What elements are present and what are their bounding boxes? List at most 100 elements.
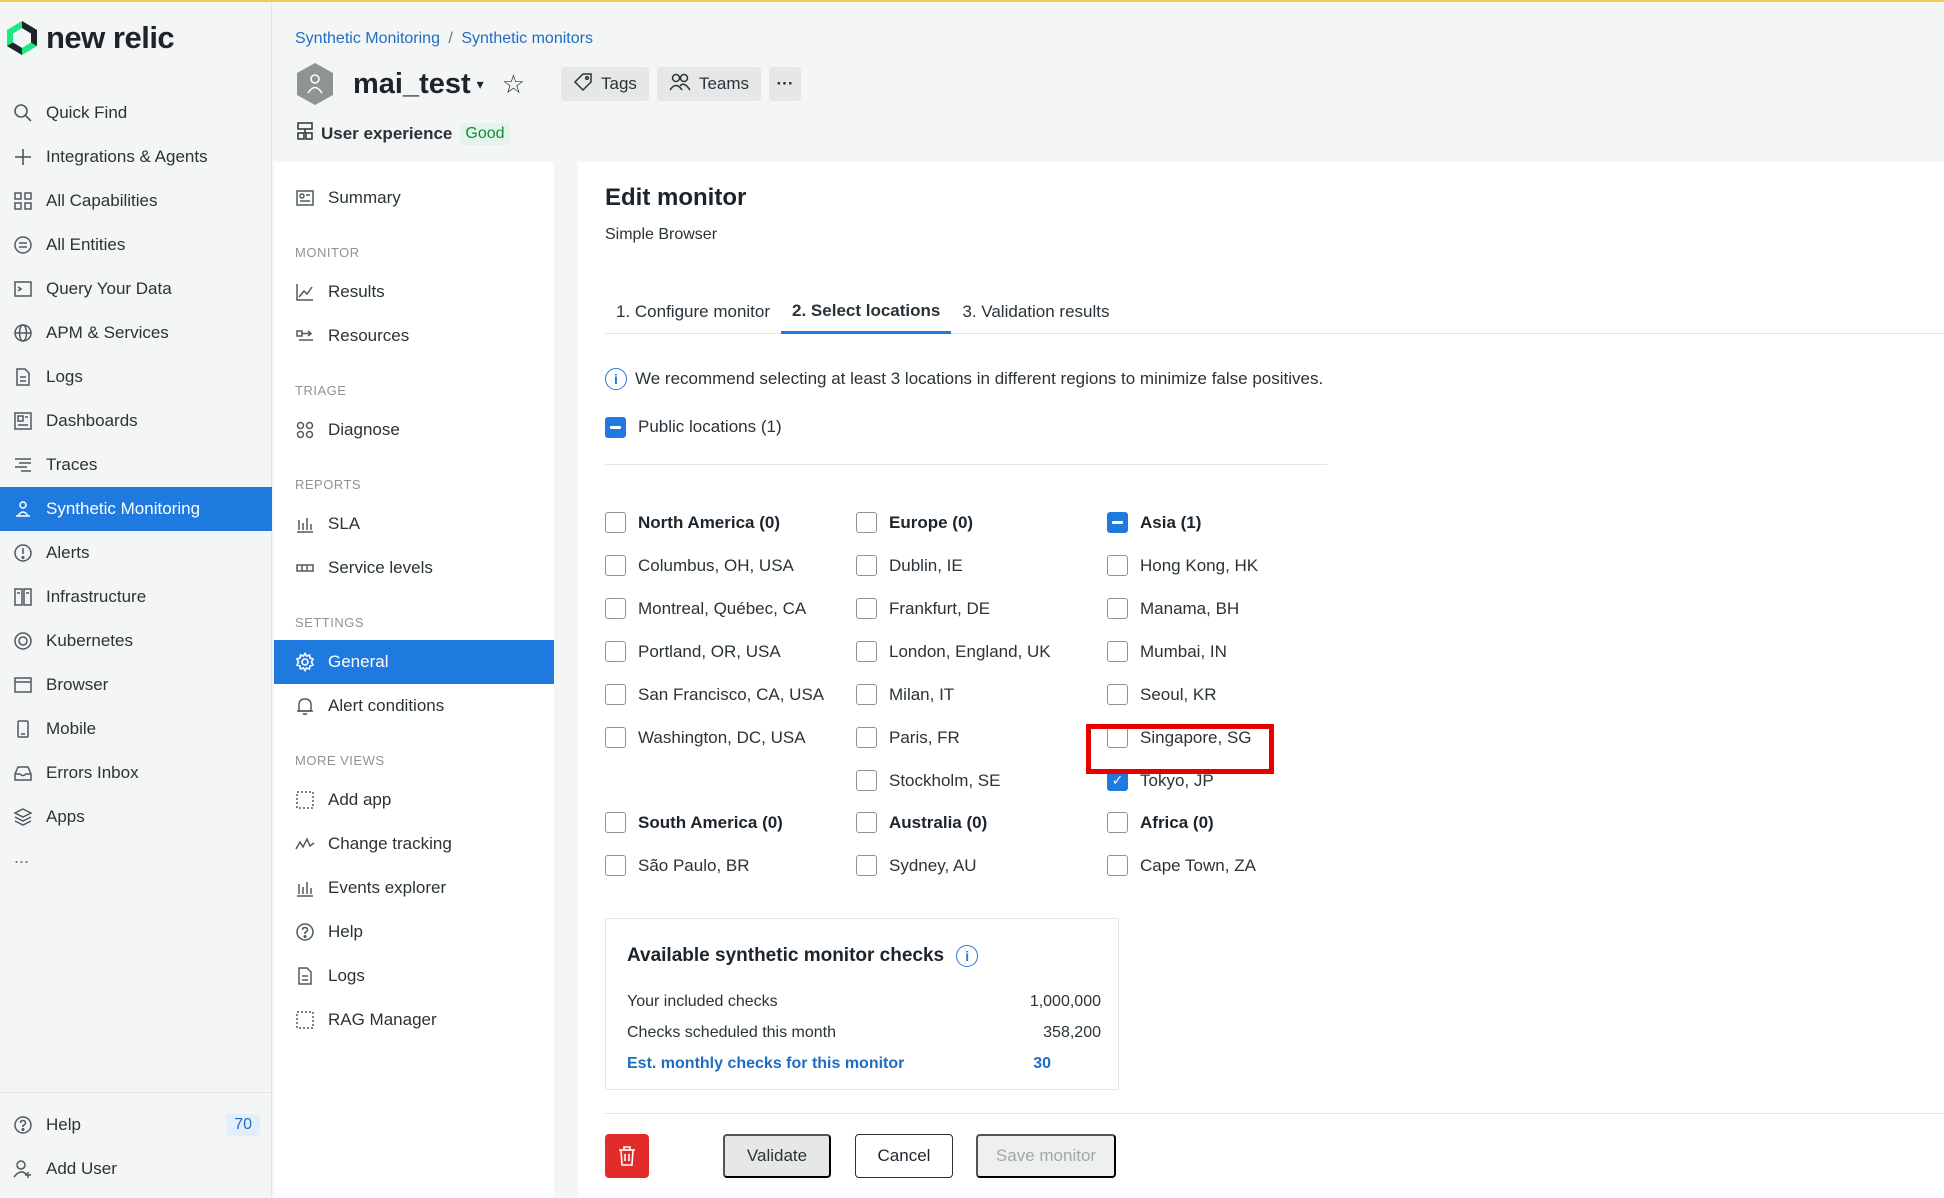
location-checkbox[interactable] [856,727,877,748]
location-checkbox[interactable] [605,641,626,662]
region-checkbox[interactable] [1107,512,1128,533]
location-item[interactable]: Manama, BH [1107,587,1347,630]
tab-validation-results[interactable]: 3. Validation results [951,290,1120,334]
location-checkbox[interactable] [856,855,877,876]
location-item[interactable]: Dublin, IE [856,544,1096,587]
public-locations-checkbox[interactable] [605,417,626,438]
subnav-change-tracking[interactable]: Change tracking [274,822,554,866]
location-item[interactable]: Frankfurt, DE [856,587,1096,630]
nav-alerts[interactable]: Alerts [0,531,272,575]
nav-more-button[interactable]: ... [0,839,272,875]
location-item[interactable]: Columbus, OH, USA [605,544,845,587]
location-item[interactable]: Seoul, KR [1107,673,1347,716]
nav-dashboards[interactable]: Dashboards [0,399,272,443]
tab-select-locations[interactable]: 2. Select locations [781,290,952,334]
subnav-rag-manager[interactable]: RAG Manager [274,998,554,1042]
location-checkbox[interactable] [856,555,877,576]
delete-button[interactable] [605,1134,649,1178]
location-item[interactable]: Portland, OR, USA [605,630,845,673]
subnav-sla[interactable]: SLA [274,502,554,546]
location-checkbox[interactable] [1107,684,1128,705]
nav-query-your-data[interactable]: Query Your Data [0,267,272,311]
location-item[interactable]: São Paulo, BR [605,844,845,887]
location-item[interactable]: Montreal, Québec, CA [605,587,845,630]
subnav-results[interactable]: Results [274,270,554,314]
location-item[interactable]: San Francisco, CA, USA [605,673,845,716]
location-checkbox[interactable] [856,641,877,662]
subnav-help[interactable]: Help [274,910,554,954]
region-checkbox[interactable] [1107,812,1128,833]
region-checkbox[interactable] [856,812,877,833]
nav-mobile[interactable]: Mobile [0,707,272,751]
cancel-button[interactable]: Cancel [855,1134,953,1178]
location-checkbox[interactable] [856,770,877,791]
tags-button[interactable]: Tags [561,67,649,101]
nav-help[interactable]: Help 70 [0,1103,272,1147]
location-checkbox[interactable] [856,598,877,619]
nav-all-entities[interactable]: All Entities [0,223,272,267]
subnav-alert-conditions[interactable]: Alert conditions [274,684,554,728]
location-item[interactable]: Washington, DC, USA [605,716,845,759]
subnav-general[interactable]: General [274,640,554,684]
subnav-events-explorer[interactable]: Events explorer [274,866,554,910]
subnav-logs[interactable]: Logs [274,954,554,998]
location-item[interactable]: London, England, UK [856,630,1096,673]
location-checkbox[interactable] [605,598,626,619]
nav-quick-find[interactable]: Quick Find [0,91,272,135]
nav-synthetic-monitoring[interactable]: Synthetic Monitoring [0,487,272,531]
chevron-down-icon[interactable]: ▾ [477,76,484,93]
location-checkbox[interactable] [1107,555,1128,576]
entity-name[interactable]: mai_test [353,68,471,101]
tab-configure-monitor[interactable]: 1. Configure monitor [605,290,781,334]
location-checkbox[interactable] [605,684,626,705]
location-checkbox[interactable] [605,727,626,748]
location-checkbox[interactable] [1107,641,1128,662]
breadcrumb-synthetic-monitors[interactable]: Synthetic monitors [461,30,593,47]
nav-integrations-agents[interactable]: Integrations & Agents [0,135,272,179]
nav-traces[interactable]: Traces [0,443,272,487]
region-header[interactable]: Africa (0) [1107,801,1347,844]
location-item[interactable]: Paris, FR [856,716,1096,759]
location-checkbox[interactable] [856,684,877,705]
region-checkbox[interactable] [856,512,877,533]
breadcrumb-synthetic-monitoring[interactable]: Synthetic Monitoring [295,30,440,47]
nav-browser[interactable]: Browser [0,663,272,707]
nav-kubernetes[interactable]: Kubernetes [0,619,272,663]
new-relic-logo[interactable]: new relic [6,20,175,56]
teams-button[interactable]: Teams [656,67,762,101]
validate-button[interactable]: Validate [723,1134,831,1178]
save-monitor-button[interactable]: Save monitor [976,1134,1116,1178]
region-header[interactable]: Australia (0) [856,801,1096,844]
location-checkbox[interactable] [1107,598,1128,619]
subnav-diagnose[interactable]: Diagnose [274,408,554,452]
location-item[interactable]: Mumbai, IN [1107,630,1347,673]
subnav-resources[interactable]: Resources [274,314,554,358]
location-item[interactable]: Milan, IT [856,673,1096,716]
region-header[interactable]: Asia (1) [1107,501,1347,544]
location-checkbox[interactable] [605,855,626,876]
region-header[interactable]: Europe (0) [856,501,1096,544]
subnav-summary[interactable]: Summary [274,176,554,220]
nav-logs[interactable]: Logs [0,355,272,399]
region-header[interactable]: North America (0) [605,501,845,544]
nav-infrastructure[interactable]: Infrastructure [0,575,272,619]
more-actions-button[interactable]: ··· [769,67,802,101]
location-item[interactable]: Hong Kong, HK [1107,544,1347,587]
nav-apm-services[interactable]: APM & Services [0,311,272,355]
region-checkbox[interactable] [605,512,626,533]
subnav-service-levels[interactable]: Service levels [274,546,554,590]
location-checkbox[interactable] [605,555,626,576]
nav-errors-inbox[interactable]: Errors Inbox [0,751,272,795]
location-item[interactable]: Cape Town, ZA [1107,844,1347,887]
nav-all-capabilities[interactable]: All Capabilities [0,179,272,223]
nav-apps[interactable]: Apps [0,795,272,839]
location-item[interactable]: Sydney, AU [856,844,1096,887]
region-checkbox[interactable] [605,812,626,833]
location-checkbox[interactable] [1107,855,1128,876]
region-header[interactable]: South America (0) [605,801,845,844]
info-icon[interactable]: i [956,945,979,967]
subnav-add-app[interactable]: Add app [274,778,554,822]
star-icon[interactable]: ☆ [502,69,525,100]
nav-add-user[interactable]: Add User [0,1147,272,1191]
location-item[interactable]: Stockholm, SE [856,759,1096,802]
